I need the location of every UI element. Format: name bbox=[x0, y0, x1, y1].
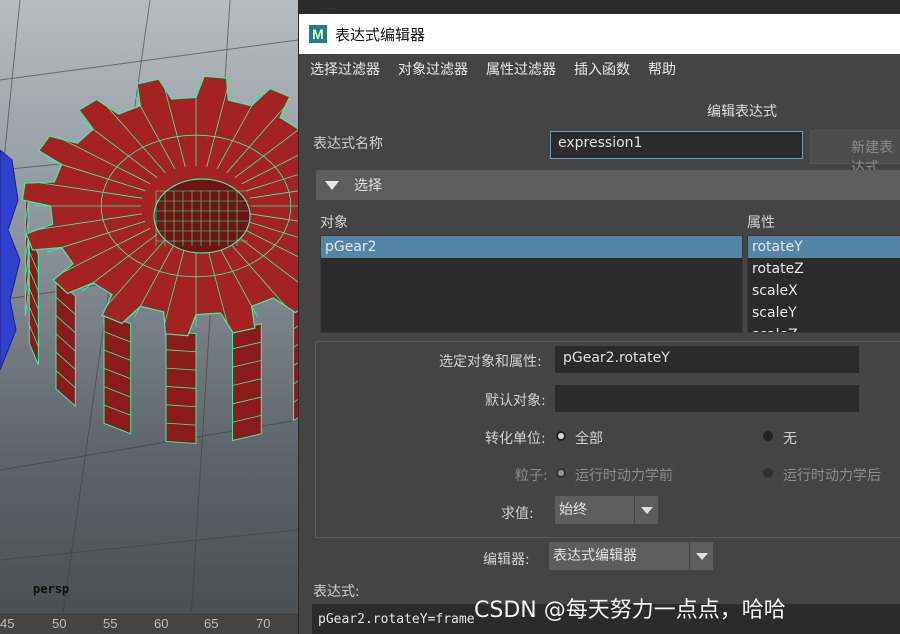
watermark: CSDN @每天努力一点点，哈哈 bbox=[474, 598, 786, 623]
menu-help[interactable]: 帮助 bbox=[648, 59, 676, 79]
gear-hole bbox=[153, 178, 251, 254]
list-item[interactable]: rotateY bbox=[748, 236, 900, 258]
particle-label: 粒子: bbox=[515, 468, 548, 484]
chevron-down-icon bbox=[634, 496, 658, 524]
ruler-tick: 45 bbox=[0, 616, 15, 631]
ruler-tick: 65 bbox=[204, 616, 219, 631]
section-title: 编辑表达式 bbox=[707, 104, 777, 120]
window-title: 表达式编辑器 bbox=[335, 25, 426, 44]
menu-insert-functions[interactable]: 插入函数 bbox=[574, 59, 630, 79]
menu-bar: 选择过滤器 对象过滤器 属性过滤器 插入函数 帮助 bbox=[299, 54, 900, 84]
expression-name-label: 表达式名称 bbox=[313, 136, 383, 152]
ruler-tick: 60 bbox=[154, 616, 169, 631]
attributes-list[interactable]: rotateY rotateZ scaleX scaleY scaleZ bbox=[747, 235, 900, 333]
radio-particle-after[interactable] bbox=[763, 468, 773, 478]
menu-object-filter[interactable]: 对象过滤器 bbox=[398, 59, 468, 79]
camera-label: persp bbox=[33, 582, 70, 596]
radio-convert-all[interactable] bbox=[556, 431, 566, 441]
list-item[interactable]: scaleX bbox=[748, 280, 900, 302]
list-item[interactable]: scaleZ bbox=[748, 324, 900, 332]
ruler-tick: 70 bbox=[256, 616, 271, 631]
timeline-ruler[interactable]: 45 50 55 60 65 70 bbox=[0, 612, 298, 634]
editor-label: 编辑器: bbox=[483, 552, 530, 568]
maya-app-icon: M bbox=[309, 25, 327, 43]
evaluate-value: 始终 bbox=[559, 502, 587, 518]
grid-line bbox=[0, 39, 298, 81]
radio-particle-before[interactable] bbox=[556, 468, 566, 478]
particle-before-label: 运行时动力学前 bbox=[575, 468, 673, 484]
list-item[interactable]: scaleY bbox=[748, 302, 900, 324]
list-item[interactable]: rotateZ bbox=[748, 258, 900, 280]
particle-after-label: 运行时动力学后 bbox=[783, 468, 881, 484]
objects-header: 对象 bbox=[320, 215, 348, 231]
select-frame-header[interactable]: 选择 bbox=[316, 170, 900, 200]
evaluate-dropdown[interactable]: 始终 bbox=[555, 496, 658, 524]
select-frame-label: 选择 bbox=[354, 178, 382, 194]
new-expression-button[interactable]: 新建表达式 bbox=[810, 130, 900, 176]
expression-label: 表达式: bbox=[313, 584, 360, 600]
ruler-tick: 50 bbox=[52, 616, 67, 631]
blue-gear bbox=[0, 149, 21, 371]
viewport-scene[interactable] bbox=[0, 0, 298, 634]
screen: persp 45 50 55 60 65 70 M 表达式编辑器 选择过滤器 对象过滤器 … bbox=[0, 0, 900, 634]
expression-name-input[interactable]: expression1 bbox=[550, 131, 803, 159]
default-object-field[interactable] bbox=[555, 385, 859, 412]
chevron-down-icon bbox=[689, 542, 713, 570]
list-item[interactable]: pGear2 bbox=[321, 236, 742, 258]
title-bar[interactable]: M 表达式编辑器 bbox=[299, 14, 900, 54]
3d-viewport[interactable]: persp 45 50 55 60 65 70 bbox=[0, 0, 298, 634]
expression-editor-window: M 表达式编辑器 选择过滤器 对象过滤器 属性过滤器 插入函数 帮助 编辑表达式… bbox=[298, 14, 900, 634]
menu-select-filter[interactable]: 选择过滤器 bbox=[310, 59, 380, 79]
objects-list[interactable]: pGear2 bbox=[320, 235, 743, 333]
selected-attr-field[interactable]: pGear2.rotateY bbox=[555, 346, 859, 373]
ruler-tick: 55 bbox=[103, 616, 118, 631]
selected-attr-label: 选定对象和属性: bbox=[439, 354, 542, 370]
editor-value: 表达式编辑器 bbox=[553, 548, 637, 564]
radio-convert-none[interactable] bbox=[763, 431, 773, 441]
grid-line bbox=[0, 529, 298, 561]
collapse-triangle-icon bbox=[325, 180, 339, 190]
default-object-label: 默认对象: bbox=[485, 393, 546, 409]
convert-units-label: 转化单位: bbox=[485, 431, 546, 447]
convert-none-label: 无 bbox=[783, 431, 797, 447]
attributes-header: 属性 bbox=[747, 215, 775, 231]
menu-attribute-filter[interactable]: 属性过滤器 bbox=[486, 59, 556, 79]
editor-dropdown[interactable]: 表达式编辑器 bbox=[549, 542, 713, 570]
convert-all-label: 全部 bbox=[575, 431, 603, 447]
evaluate-label: 求值: bbox=[501, 506, 534, 522]
